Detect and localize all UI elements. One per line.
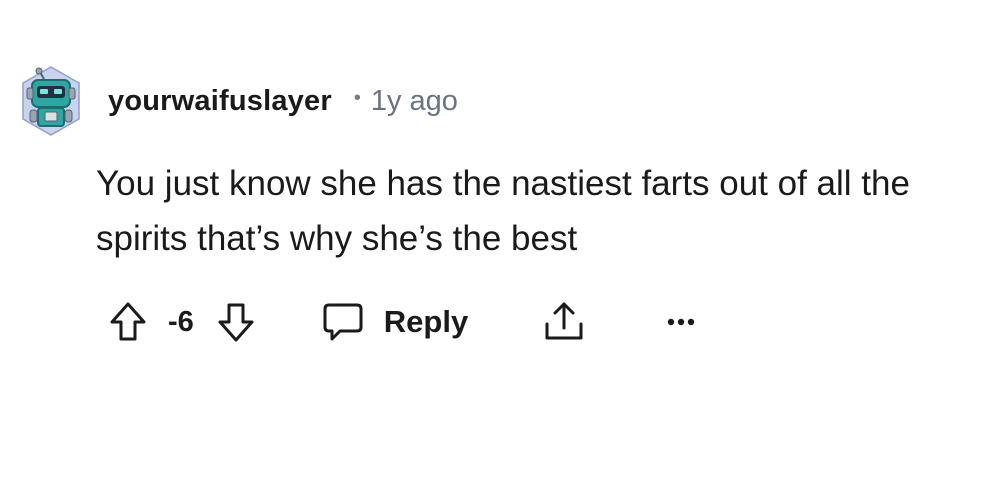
comment-timestamp: 1y ago bbox=[370, 84, 458, 117]
reply-label: Reply bbox=[383, 304, 469, 339]
comment-actions: -6 Reply bbox=[108, 296, 696, 348]
comment-header: yourwaifuslayer • 1y ago bbox=[20, 64, 458, 138]
upvote-button[interactable] bbox=[108, 301, 148, 343]
avatar-robot-icon[interactable] bbox=[20, 65, 82, 137]
ellipsis-icon bbox=[668, 318, 695, 326]
comment: yourwaifuslayer • 1y ago You just know s… bbox=[0, 0, 1002, 481]
speech-bubble-icon bbox=[322, 301, 364, 343]
arrow-down-outline-icon bbox=[218, 303, 254, 342]
more-options-button[interactable] bbox=[666, 317, 696, 327]
share-upload-icon bbox=[545, 302, 583, 340]
share-button[interactable] bbox=[542, 300, 586, 344]
reply-button[interactable]: Reply bbox=[322, 301, 468, 343]
arrow-up-outline-icon bbox=[110, 302, 146, 341]
vote-score: -6 bbox=[168, 305, 194, 338]
downvote-button[interactable] bbox=[216, 301, 256, 343]
meta-separator: • bbox=[353, 86, 361, 109]
author-username[interactable]: yourwaifuslayer bbox=[108, 85, 332, 118]
comment-body: You just know she has the nastiest farts… bbox=[96, 164, 910, 258]
